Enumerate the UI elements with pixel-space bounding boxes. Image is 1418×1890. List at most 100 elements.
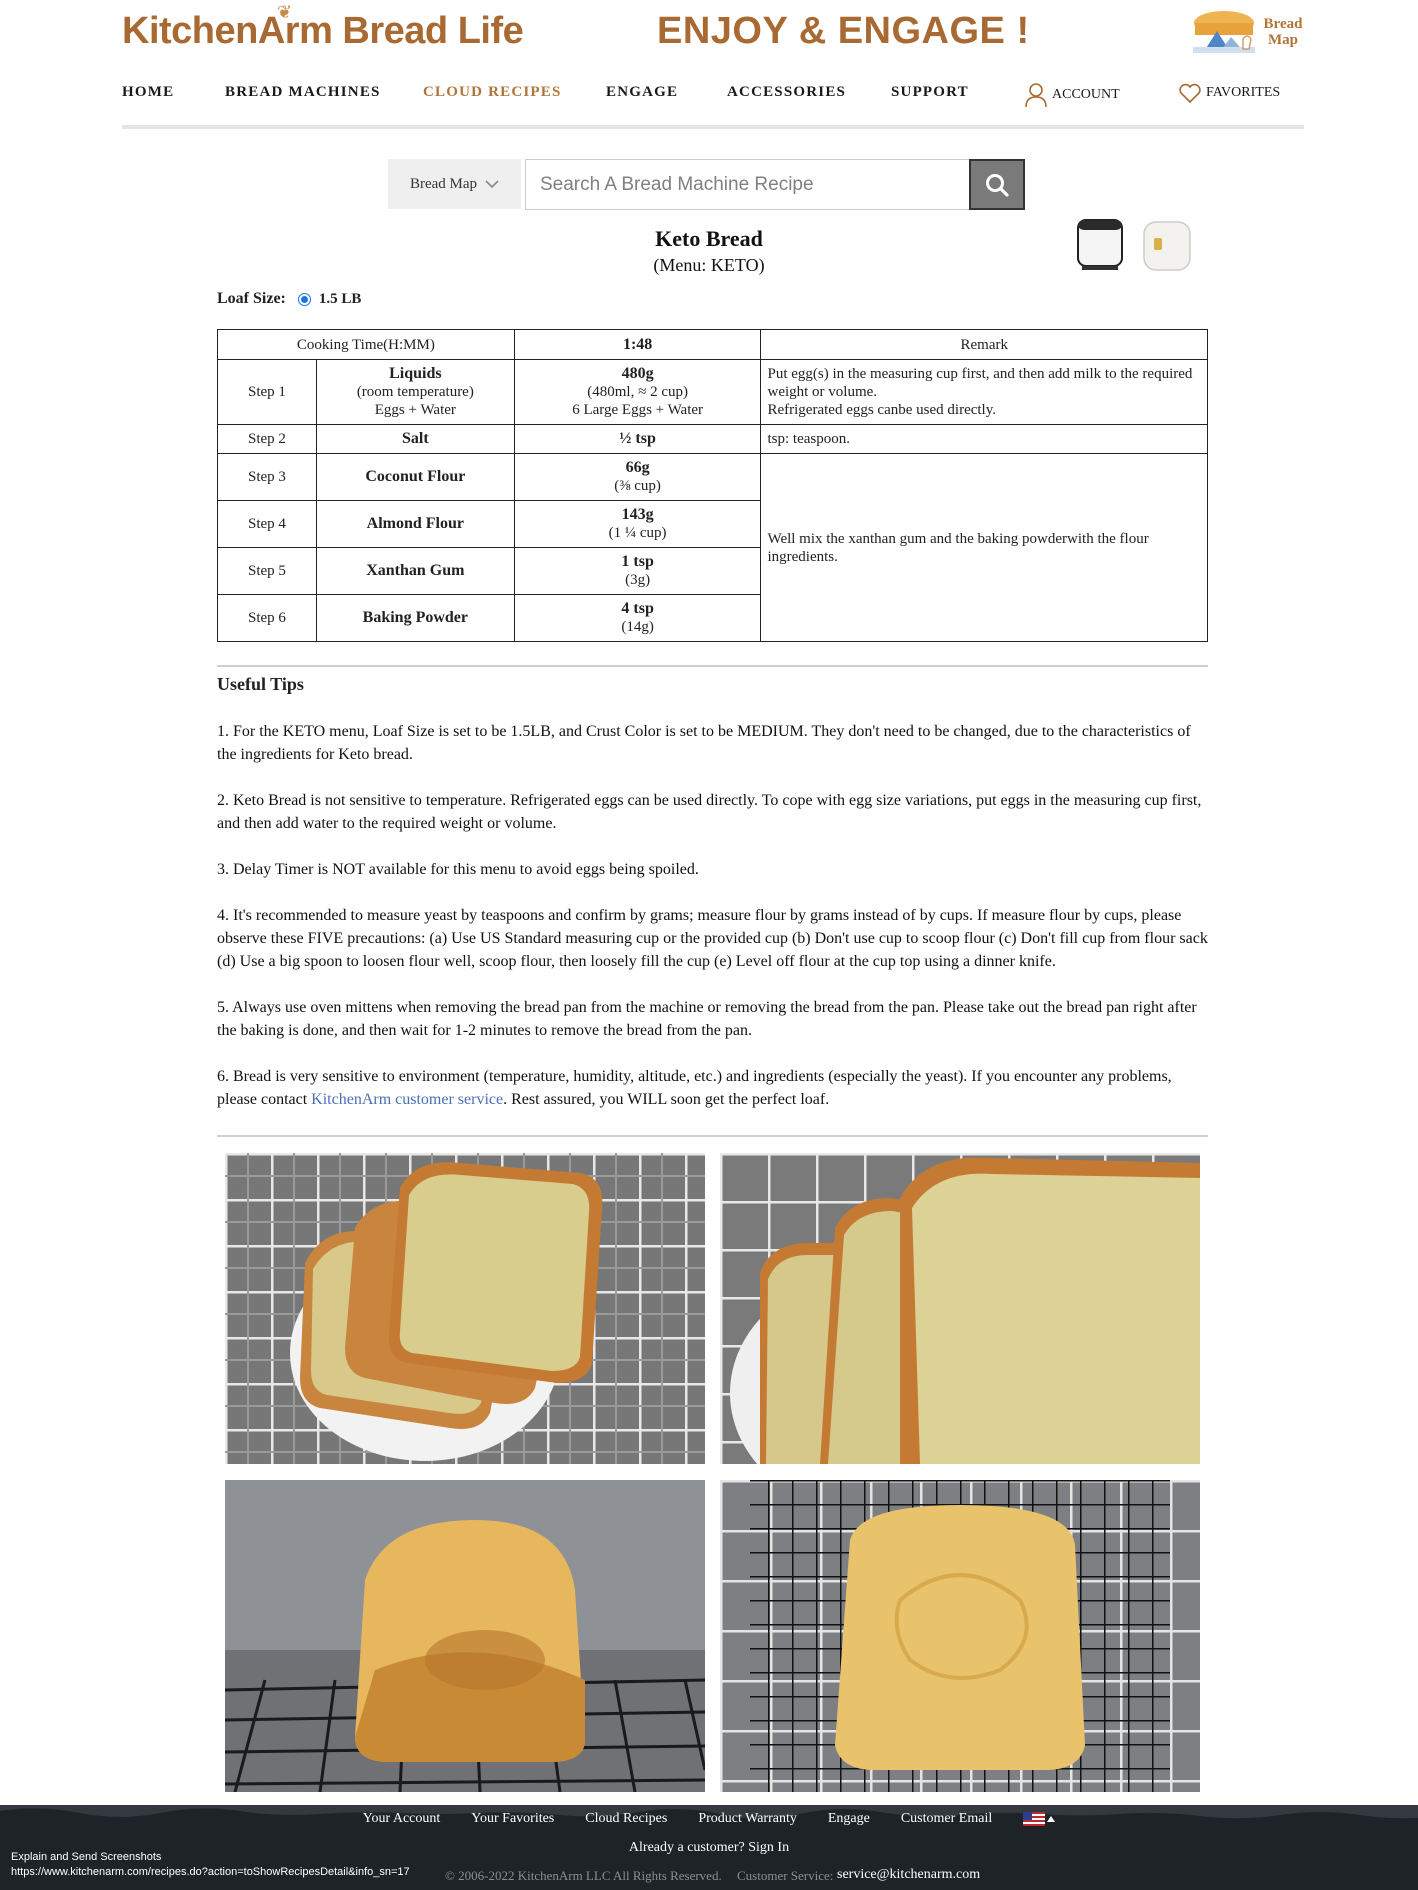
bread-photo[interactable] (225, 1480, 705, 1792)
amount-cell: 66g (⅜ cup) (513, 453, 762, 501)
nav-account[interactable]: ACCOUNT (1024, 82, 1120, 108)
tips-title: Useful Tips (217, 674, 304, 694)
amount-cell: 1 tsp (3g) (513, 547, 762, 595)
step-label: Step 3 (217, 453, 317, 501)
amount-value: 1 tsp (621, 553, 654, 570)
ingredient-name: Xanthan Gum (315, 547, 515, 595)
recipe-table: Cooking Time(H:MM) 1:48 Remark Step 1 Li… (217, 329, 1208, 642)
footer-link-cloud-recipes[interactable]: Cloud Recipes (585, 1811, 667, 1827)
site-logo[interactable]: KitchenArm Bread Life ❦ (122, 2, 524, 53)
tip-item: 2. Keto Bread is not sensitive to temper… (217, 792, 1202, 832)
amount-note: (14g) (621, 619, 654, 635)
amount-value: 480g (621, 365, 654, 382)
nav-bread-machines[interactable]: BREAD MACHINES (225, 84, 381, 101)
user-icon (1025, 83, 1047, 108)
amount-cell: 143g (1 ¼ cup) (513, 500, 762, 548)
step-label: Step 5 (217, 547, 317, 595)
footer-link-favorites[interactable]: Your Favorites (471, 1811, 554, 1827)
tips-list: 1. For the KETO menu, Loaf Size is set t… (217, 720, 1208, 1134)
ingredient-name: Baking Powder (315, 594, 515, 642)
amount-cell: 480g (480ml, ≈ 2 cup) 6 Large Eggs + Wat… (513, 359, 762, 425)
step-label: Step 1 (217, 359, 317, 425)
nav-home[interactable]: HOME (122, 84, 174, 101)
footer-links: Your Account Your Favorites Cloud Recipe… (0, 1811, 1418, 1827)
amount-note: 6 Large Eggs + Water (572, 402, 704, 418)
amount-note: (1 ¼ cup) (608, 525, 667, 541)
site-slogan: ENJOY & ENGAGE ! (657, 10, 1030, 52)
table-header-row: Cooking Time(H:MM) 1:48 Remark (217, 329, 1208, 360)
amount-value: ½ tsp (513, 424, 762, 454)
bread-map-select[interactable]: Bread Map (388, 159, 521, 209)
tip-item: 6. Bread is very sensitive to environmen… (217, 1065, 1208, 1111)
loaf-size: Loaf Size: 1.5 LB (217, 290, 361, 308)
heart-icon (1179, 83, 1201, 104)
amount-value: 66g (625, 459, 650, 476)
loaf-size-label: Loaf Size: (217, 290, 286, 307)
tip-item: 3. Delay Timer is NOT available for this… (217, 861, 699, 878)
nav-engage[interactable]: ENGAGE (606, 84, 678, 101)
search-icon (986, 173, 1009, 197)
amount-note: (⅜ cup) (614, 478, 661, 494)
tip-item: 4. It's recommended to measure yeast by … (217, 907, 1208, 970)
customer-service-link[interactable]: KitchenArm customer service (311, 1091, 503, 1108)
footer-link-account[interactable]: Your Account (363, 1811, 441, 1827)
bread-photo[interactable] (225, 1153, 705, 1464)
tip-text: . Rest assured, you WILL soon get the pe… (503, 1091, 830, 1108)
footer-link-engage[interactable]: Engage (828, 1811, 870, 1827)
nav-cloud-recipes[interactable]: CLOUD RECIPES (423, 84, 562, 101)
loaf-size-radio[interactable] (297, 292, 311, 306)
tip-item: 1. For the KETO menu, Loaf Size is set t… (217, 723, 1191, 763)
remark-text: Well mix the xanthan gum and the baking … (760, 453, 1208, 642)
nav-support[interactable]: SUPPORT (891, 84, 969, 101)
ingredient-note: Eggs + Water (374, 402, 456, 418)
status-text[interactable]: Explain and Send Screenshots (11, 1850, 410, 1865)
cooking-time-label: Cooking Time(H:MM) (217, 329, 515, 360)
search-input[interactable] (525, 159, 970, 210)
table-row: Step 1 Liquids (room temperature) Eggs +… (217, 359, 1208, 425)
step-label: Step 2 (217, 424, 317, 454)
bread-map-icon (1193, 11, 1255, 53)
table-row: Step 3 Coconut Flour 66g (⅜ cup) Well mi… (217, 453, 1208, 642)
bread-loaf-top-photo (720, 1480, 1200, 1792)
recipe-title: Keto Bread (655, 226, 763, 251)
bread-map-label: Bread Map (1263, 16, 1303, 48)
amount-value: 143g (621, 506, 654, 523)
nav-favorites[interactable]: FAVORITES (1178, 82, 1280, 104)
loaf-size-option: 1.5 LB (318, 290, 362, 307)
ingredient-name: Coconut Flour (315, 453, 515, 501)
customer-service-email[interactable]: service@kitchenarm.com (837, 1867, 980, 1883)
chevron-down-icon (485, 179, 499, 188)
caret-up-icon (1047, 1816, 1056, 1822)
bread-machine-images[interactable] (1074, 216, 1194, 276)
ingredient-cell: Liquids (room temperature) Eggs + Water (315, 359, 515, 425)
ingredient-name: Almond Flour (315, 500, 515, 548)
logo-text: KitchenArm Bread Life (122, 10, 524, 52)
bread-loaf-side-photo (225, 1480, 705, 1792)
bread-photo[interactable] (720, 1153, 1200, 1464)
bread-photo[interactable] (720, 1480, 1200, 1792)
remark-text: Put egg(s) in the measuring cup first, a… (767, 366, 1193, 400)
bread-map-badge[interactable]: Bread Map (1193, 6, 1305, 58)
amount-cell: 4 tsp (14g) (513, 594, 762, 642)
ingredient-name: Salt (315, 424, 515, 454)
site-header: KitchenArm Bread Life ❦ ENJOY & ENGAGE !… (0, 0, 1418, 130)
remark-text: Refrigerated eggs canbe used directly. (767, 402, 996, 418)
account-label: ACCOUNT (1052, 87, 1120, 102)
ingredient-name: Liquids (389, 365, 442, 382)
sliced-bread-closeup-photo (720, 1153, 1200, 1464)
browser-status-bar: Explain and Send Screenshots https://www… (11, 1850, 410, 1880)
status-url: https://www.kitchenarm.com/recipes.do?ac… (11, 1866, 410, 1878)
nav-accessories[interactable]: ACCESSORIES (727, 84, 846, 101)
search-button[interactable] (969, 159, 1025, 210)
remark-header: Remark (760, 329, 1208, 360)
footer-link-warranty[interactable]: Product Warranty (698, 1811, 797, 1827)
amount-note: (3g) (625, 572, 651, 588)
step-label: Step 4 (217, 500, 317, 548)
step-label: Step 6 (217, 594, 317, 642)
language-selector[interactable] (1023, 1811, 1056, 1827)
tip-item: 5. Always use oven mittens when removing… (217, 999, 1197, 1039)
footer-link-email[interactable]: Customer Email (901, 1811, 992, 1827)
sliced-bread-photo (225, 1153, 705, 1464)
copyright: © 2006-2022 KitchenArm LLC All Rights Re… (445, 1868, 722, 1883)
us-flag-icon (1023, 1812, 1046, 1826)
